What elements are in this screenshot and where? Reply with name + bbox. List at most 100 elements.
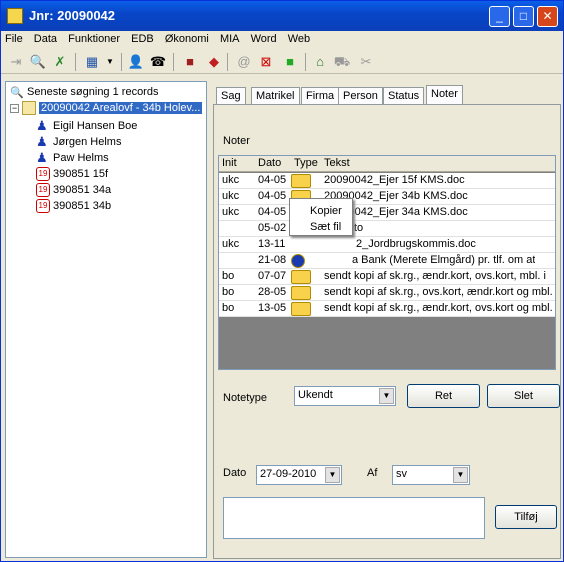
email-icon[interactable]: @ <box>235 53 253 71</box>
chevron-down-icon[interactable]: ▼ <box>101 53 119 71</box>
menu-web[interactable]: Web <box>284 31 314 47</box>
search-icon[interactable]: 🔍 <box>29 53 47 71</box>
menu-word[interactable]: Word <box>247 31 281 47</box>
collapse-icon[interactable]: − <box>10 103 19 113</box>
context-menu-item-saet-fil[interactable]: Sæt fil <box>310 221 341 233</box>
list-view-icon[interactable]: ▦ <box>83 53 101 71</box>
chevron-down-icon[interactable]: ▼ <box>453 467 468 483</box>
chevron-down-icon[interactable]: ▼ <box>325 467 340 483</box>
document-icon <box>291 270 311 284</box>
book-delete-icon[interactable]: ◆ <box>205 53 223 71</box>
matrikel-label: 390851 34a <box>53 184 112 196</box>
tab-firma[interactable]: Firma <box>301 87 340 105</box>
tab-status[interactable]: Status <box>383 87 425 105</box>
af-value: sv <box>396 468 407 480</box>
grid-header: Init Dato Type Tekst <box>219 156 555 172</box>
slet-button[interactable]: Slet <box>487 384 560 408</box>
document-icon <box>291 174 311 188</box>
context-menu: Kopier Sæt fil <box>289 198 353 236</box>
cell-dato: 07-07 <box>258 270 287 282</box>
minimize-button[interactable]: _ <box>489 6 510 27</box>
window-title: Jnr: 20090042 <box>29 8 116 23</box>
toolbar-separator <box>227 53 228 71</box>
col-tekst-header[interactable]: Tekst <box>324 157 350 169</box>
tilfoj-button[interactable]: Tilføj <box>495 505 557 529</box>
context-menu-item-kopier[interactable]: Kopier <box>310 205 342 217</box>
tree-person-node[interactable]: ♟ Eigil Hansen Boe <box>36 118 137 134</box>
person-icon[interactable]: 👤 <box>127 53 145 71</box>
app-window: Jnr: 20090042 _ □ ✕ File Data Funktioner… <box>0 0 564 562</box>
pdf-icon[interactable]: ⊠ <box>257 53 275 71</box>
menu-funktioner[interactable]: Funktioner <box>64 31 124 47</box>
dato-picker[interactable]: 27-09-2010 ▼ <box>256 465 342 485</box>
table-row[interactable]: 05-02 to <box>219 221 555 237</box>
notetype-value: Ukendt <box>298 389 333 401</box>
maximize-button[interactable]: □ <box>513 6 534 27</box>
info-icon <box>291 254 305 268</box>
cell-tekst: sendt kopi af sk.rg., ændr.kort, ovs.kor… <box>324 270 546 282</box>
folder-icon <box>22 101 36 116</box>
tree-matrikel-node[interactable]: 19 390851 15f <box>36 166 108 182</box>
chevron-down-icon[interactable]: ▼ <box>379 388 394 404</box>
menu-edb[interactable]: EDB <box>127 31 158 47</box>
cell-init: bo <box>222 302 235 314</box>
person-icon: ♟ <box>36 118 48 134</box>
tree-person-node[interactable]: ♟ Paw Helms <box>36 150 109 166</box>
ret-button[interactable]: Ret <box>407 384 480 408</box>
table-row[interactable]: ukc 13-11 2_Jordbrugskommis.doc <box>219 237 555 253</box>
table-row[interactable]: 21-08 a Bank (Merete Elmgård) pr. tlf. o… <box>219 253 555 269</box>
excel-icon[interactable]: ✗ <box>51 53 69 71</box>
cell-init: ukc <box>222 174 240 186</box>
tools-icon[interactable]: ✂ <box>357 53 375 71</box>
search-node-label: Seneste søgning 1 records <box>27 86 159 98</box>
tree-person-node[interactable]: ♟ Jørgen Helms <box>36 134 121 150</box>
tree-matrikel-node[interactable]: 19 390851 34b <box>36 198 111 214</box>
tree-search-node[interactable]: 🔍 Seneste søgning 1 records <box>10 84 158 100</box>
col-init-header[interactable]: Init <box>222 157 237 169</box>
noter-grid: Init Dato Type Tekst ukc 04-05 20090042_… <box>218 155 556 370</box>
table-row[interactable]: ukc 04-05 20090042_Ejer 34b KMS.doc <box>219 189 555 205</box>
table-row[interactable]: ukc 04-05 20090042_Ejer 34a KMS.doc <box>219 205 555 221</box>
col-dato-header[interactable]: Dato <box>258 157 281 169</box>
detail-panel: Sag Matrikel Firma Person Status Noter N… <box>211 81 563 559</box>
person-label: Eigil Hansen Boe <box>53 120 138 132</box>
matrikel-label: 390851 15f <box>53 168 109 180</box>
table-row[interactable]: ukc 04-05 20090042_Ejer 15f KMS.doc <box>219 173 555 189</box>
dato-value: 27-09-2010 <box>260 468 317 480</box>
cell-dato: 13-05 <box>258 302 287 314</box>
book-icon[interactable]: ■ <box>181 53 199 71</box>
col-type-header[interactable]: Type <box>294 157 318 169</box>
menu-mia[interactable]: MIA <box>216 31 244 47</box>
af-label: Af <box>367 467 378 479</box>
cell-init: ukc <box>222 238 240 250</box>
green-square-icon[interactable]: ■ <box>281 53 299 71</box>
import-icon[interactable]: ⇥ <box>7 53 25 71</box>
car-icon[interactable]: ⛟ <box>333 53 351 71</box>
phone-icon[interactable]: ☎ <box>149 53 167 71</box>
cell-dato: 04-05 <box>258 190 287 202</box>
document-icon <box>291 286 311 300</box>
notetype-select[interactable]: Ukendt ▼ <box>294 386 396 406</box>
close-button[interactable]: ✕ <box>537 6 558 27</box>
tree-matrikel-node[interactable]: 19 390851 34a <box>36 182 111 198</box>
cell-tekst: a Bank (Merete Elmgård) pr. tlf. om at <box>352 254 536 266</box>
archive-icon[interactable]: ⌂ <box>311 53 329 71</box>
tab-matrikel[interactable]: Matrikel <box>251 87 300 105</box>
toolbar-separator <box>173 53 174 71</box>
menu-okonomi[interactable]: Økonomi <box>161 31 213 47</box>
table-row[interactable]: bo 07-07 sendt kopi af sk.rg., ændr.kort… <box>219 269 555 285</box>
table-row[interactable]: bo 28-05 sendt kopi af sk.rg., ovs.kort,… <box>219 285 555 301</box>
tree-root-node[interactable]: − 20090042 Arealovf - 34b Holev... <box>10 100 203 116</box>
menu-file[interactable]: File <box>1 31 27 47</box>
notetype-label: Notetype <box>223 392 268 404</box>
tab-noter[interactable]: Noter <box>426 85 463 106</box>
af-select[interactable]: sv ▼ <box>392 465 470 485</box>
note-text-input[interactable] <box>223 497 485 539</box>
tree-panel: 🔍 Seneste søgning 1 records − 20090042 Are… <box>5 81 207 558</box>
tab-person[interactable]: Person <box>338 87 383 105</box>
tab-sag[interactable]: Sag <box>216 87 246 105</box>
menu-data[interactable]: Data <box>30 31 61 47</box>
cell-tekst: sendt kopi af sk.rg., ændr.kort, ovs.kor… <box>324 302 553 314</box>
menu-bar: File Data Funktioner EDB Økonomi MIA Wor… <box>1 31 563 49</box>
table-row[interactable]: bo 13-05 sendt kopi af sk.rg., ændr.kort… <box>219 301 555 317</box>
